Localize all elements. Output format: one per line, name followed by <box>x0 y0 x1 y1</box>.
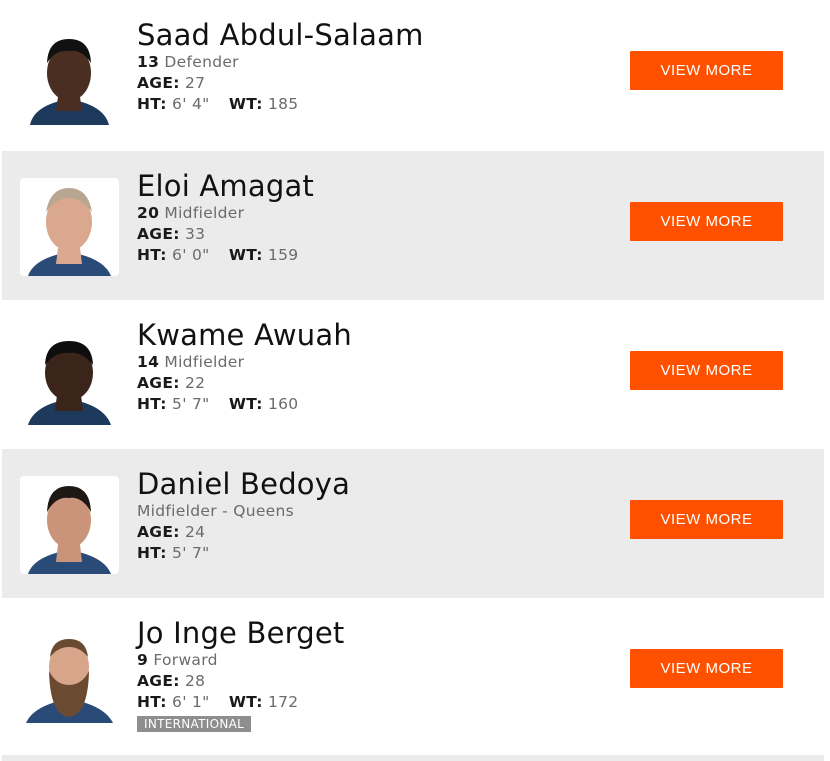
height-label: HT: <box>137 693 167 711</box>
height-label: HT: <box>137 395 167 413</box>
jersey-number: 14 <box>137 353 160 371</box>
player-name: Saad Abdul-Salaam <box>137 18 424 52</box>
player-age: 33 <box>184 225 206 243</box>
player-name: Daniel Bedoya <box>137 467 351 501</box>
weight-label: WT: <box>228 246 263 264</box>
player-row: Kwame Awuah 14 Midfielder AGE: 22 HT: 5'… <box>2 300 824 449</box>
player-position: Midfielder <box>164 353 245 371</box>
player-name: Kwame Awuah <box>137 318 352 352</box>
player-photo <box>20 625 119 723</box>
player-weight: 159 <box>267 246 299 264</box>
view-more-button[interactable]: VIEW MORE <box>630 51 783 90</box>
international-badge: INTERNATIONAL <box>137 716 252 732</box>
height-label: HT: <box>137 246 167 264</box>
player-photo <box>20 27 119 125</box>
player-roster-list: Saad Abdul-Salaam 13 Defender AGE: 27 HT… <box>0 0 830 761</box>
jersey-number: 9 <box>137 651 149 669</box>
player-height: 5' 7" <box>172 395 210 413</box>
player-height: 6' 1" <box>172 693 210 711</box>
jersey-number: 20 <box>137 204 160 222</box>
player-position: Forward <box>153 651 218 669</box>
player-weight: 185 <box>267 95 299 113</box>
weight-label: WT: <box>228 693 263 711</box>
player-headshot-icon <box>28 486 111 574</box>
player-name: Jo Inge Berget <box>137 616 345 650</box>
view-more-button[interactable]: VIEW MORE <box>630 500 783 539</box>
jersey-number: 13 <box>137 53 160 71</box>
player-headshot-icon <box>28 341 111 425</box>
weight-label: WT: <box>228 95 263 113</box>
age-label: AGE: <box>137 523 180 541</box>
player-height: 5' 7" <box>172 544 210 562</box>
player-age: 27 <box>184 74 206 92</box>
age-label: AGE: <box>137 374 180 392</box>
player-headshot-icon <box>28 188 111 276</box>
view-more-button[interactable]: VIEW MORE <box>630 649 783 688</box>
player-height: 6' 4" <box>172 95 210 113</box>
height-label: HT: <box>137 544 167 562</box>
player-position: Defender <box>164 53 239 71</box>
player-weight: 172 <box>267 693 299 711</box>
player-headshot-icon <box>26 639 113 723</box>
view-more-button[interactable]: VIEW MORE <box>630 202 783 241</box>
player-row: Eloi Amagat 20 Midfielder AGE: 33 HT: 6'… <box>2 151 824 300</box>
next-row-edge <box>2 755 824 761</box>
player-position: Midfielder - Queens <box>137 502 295 520</box>
player-age: 22 <box>184 374 206 392</box>
player-age: 24 <box>184 523 206 541</box>
player-position: Midfielder <box>164 204 245 222</box>
weight-label: WT: <box>228 395 263 413</box>
player-photo <box>20 476 119 574</box>
age-label: AGE: <box>137 74 180 92</box>
player-row: Jo Inge Berget 9 Forward AGE: 28 HT: 6' … <box>2 598 824 747</box>
player-headshot-icon <box>30 39 109 125</box>
player-weight: 160 <box>267 395 299 413</box>
view-more-button[interactable]: VIEW MORE <box>630 351 783 390</box>
player-row: Saad Abdul-Salaam 13 Defender AGE: 27 HT… <box>2 0 824 149</box>
player-photo <box>20 327 119 425</box>
age-label: AGE: <box>137 672 180 690</box>
height-label: HT: <box>137 95 167 113</box>
player-name: Eloi Amagat <box>137 169 315 203</box>
age-label: AGE: <box>137 225 180 243</box>
player-photo <box>20 178 119 276</box>
player-row: Daniel Bedoya Midfielder - Queens AGE: 2… <box>2 449 824 598</box>
player-height: 6' 0" <box>172 246 210 264</box>
player-age: 28 <box>184 672 206 690</box>
